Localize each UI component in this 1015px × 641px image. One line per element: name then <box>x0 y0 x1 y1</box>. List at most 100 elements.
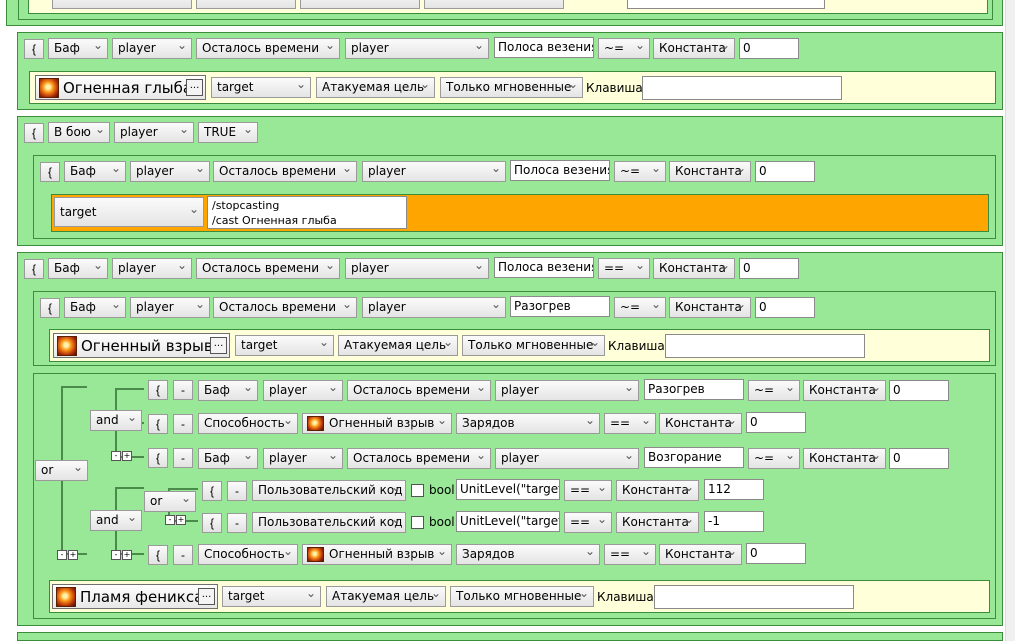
logic-row6-prop-dropdown[interactable]: Зарядов <box>456 544 600 565</box>
logic-row1-value-input[interactable]: 0 <box>889 380 949 401</box>
logic-row5-code-input[interactable]: UnitLevel("target") <box>456 511 560 532</box>
block3-logic-spell-more-button[interactable]: ... <box>198 588 215 605</box>
block3-sub-value-input[interactable]: 0 <box>755 297 815 318</box>
or-mini-minus[interactable]: - <box>57 550 67 560</box>
logic-row2-const-dropdown[interactable]: Константа <box>659 413 742 434</box>
block1-unit-dropdown[interactable]: player <box>112 38 192 59</box>
logic-row6-const-dropdown[interactable]: Константа <box>659 544 742 565</box>
logic-row5-op-dropdown[interactable]: == <box>564 512 612 533</box>
block2-brace-button[interactable]: { <box>24 123 44 143</box>
logic-row6-spell-dropdown[interactable]: Огненный взрыв <box>302 544 452 565</box>
logic-row2-op-dropdown[interactable]: == <box>604 413 656 434</box>
block2-sub-unit-dropdown[interactable]: player <box>130 161 210 182</box>
block1-aura-input[interactable]: Полоса везения <box>494 37 594 58</box>
logic-row4-brace-button[interactable]: { <box>202 481 222 501</box>
block2-macro-target-dropdown[interactable]: target <box>54 197 204 227</box>
logic-row5-bool-checkbox[interactable] <box>411 516 424 529</box>
block2-macro-text[interactable]: /stopcasting /cast Огненная глыба <box>207 196 407 229</box>
block2-unit-dropdown[interactable]: player <box>114 122 194 143</box>
and2-mini-plus[interactable]: + <box>122 550 132 560</box>
block3-sub-brace-button[interactable]: { <box>40 298 60 318</box>
logic-row1-aura-input[interactable]: Разогрев <box>644 379 744 400</box>
or2-mini-plus[interactable]: + <box>176 515 186 525</box>
logic-row2-prop-dropdown[interactable]: Зарядов <box>456 413 600 434</box>
block2-sub-value-input[interactable]: 0 <box>755 161 815 182</box>
and1-mini-minus[interactable]: - <box>111 451 121 461</box>
block2-sub-type-dropdown[interactable]: Баф <box>64 161 126 182</box>
block3-sub-type-dropdown[interactable]: Баф <box>64 297 126 318</box>
logic-row5-type-dropdown[interactable]: Пользовательский код <box>252 512 406 533</box>
block3-sub-castmode-dropdown[interactable]: Только мгновенные <box>462 335 605 356</box>
logic-row3-aura-input[interactable]: Возгорание <box>644 447 744 468</box>
logic-row5-remove-button[interactable]: - <box>227 513 247 533</box>
block3-sub-aura-input[interactable]: Разогрев <box>510 296 610 317</box>
logic-row4-value-input[interactable]: 112 <box>704 479 764 500</box>
block1-prop-dropdown[interactable]: Осталось времени <box>196 38 340 59</box>
block2-value-dropdown[interactable]: TRUE <box>198 122 258 143</box>
block3-op-dropdown[interactable]: == <box>598 258 650 279</box>
block3-sub-spell-button[interactable]: Огненный взрыв ... <box>53 333 230 358</box>
logic-or2-dropdown[interactable]: or <box>144 491 196 512</box>
logic-row1-type-dropdown[interactable]: Баф <box>198 380 258 401</box>
logic-row5-const-dropdown[interactable]: Константа <box>616 512 699 533</box>
logic-row5-value-input[interactable]: -1 <box>704 511 764 532</box>
block2-sub-brace-button[interactable]: { <box>40 162 60 182</box>
block2-type-dropdown[interactable]: В бою <box>48 122 110 143</box>
block3-sub-unit-dropdown[interactable]: player <box>130 297 210 318</box>
logic-row4-type-dropdown[interactable]: Пользовательский код <box>252 480 406 501</box>
logic-and2-dropdown[interactable]: and <box>90 510 142 531</box>
block2-sub-op-dropdown[interactable]: ~= <box>614 161 666 182</box>
logic-row1-prop-dropdown[interactable]: Осталось времени <box>347 380 491 401</box>
block3-sub-prop-dropdown[interactable]: Осталось времени <box>213 297 357 318</box>
logic-row4-bool-checkbox[interactable] <box>411 484 424 497</box>
block1-castmode-dropdown[interactable]: Только мгновенные <box>440 77 583 98</box>
or-mini-plus[interactable]: + <box>68 550 78 560</box>
logic-row3-unit-dropdown[interactable]: player <box>263 448 343 469</box>
block3-sub-key-input[interactable] <box>665 334 865 358</box>
logic-row3-prop-dropdown[interactable]: Осталось времени <box>347 448 491 469</box>
logic-row3-op-dropdown[interactable]: ~= <box>748 448 800 469</box>
block1-type-dropdown[interactable]: Баф <box>48 38 108 59</box>
block3-sub-const-dropdown[interactable]: Константа <box>669 297 751 318</box>
logic-row1-remove-button[interactable]: - <box>173 380 193 400</box>
block1-spell-button[interactable]: Огненная глыба ... <box>35 75 206 100</box>
block2-sub-prop-dropdown[interactable]: Осталось времени <box>213 161 357 182</box>
block3-sub-unit2-dropdown[interactable]: player <box>362 297 506 318</box>
block3-type-dropdown[interactable]: Баф <box>48 258 108 279</box>
block3-logic-targettype-dropdown[interactable]: Атакуемая цель <box>326 586 446 607</box>
block3-aura-input[interactable]: Полоса везения <box>494 257 594 278</box>
logic-row2-remove-button[interactable]: - <box>173 414 193 434</box>
block3-prop-dropdown[interactable]: Осталось времени <box>196 258 340 279</box>
logic-row1-brace-button[interactable]: { <box>148 380 168 400</box>
block3-sub-op-dropdown[interactable]: ~= <box>614 297 666 318</box>
logic-row4-remove-button[interactable]: - <box>227 481 247 501</box>
top-cut-dropdown-2[interactable] <box>196 0 296 9</box>
block3-unit-dropdown[interactable]: player <box>112 258 192 279</box>
logic-row3-value-input[interactable]: 0 <box>889 448 949 469</box>
block3-value-input[interactable]: 0 <box>739 258 799 279</box>
logic-row6-op-dropdown[interactable]: == <box>604 544 656 565</box>
logic-row2-type-dropdown[interactable]: Способность <box>198 413 298 434</box>
block1-spell-more-button[interactable]: ... <box>186 79 203 96</box>
logic-row3-unit2-dropdown[interactable]: player <box>495 448 639 469</box>
block2-sub-const-dropdown[interactable]: Константа <box>669 161 751 182</box>
logic-row1-unit2-dropdown[interactable]: player <box>495 380 639 401</box>
logic-row1-unit-dropdown[interactable]: player <box>263 380 343 401</box>
logic-row3-const-dropdown[interactable]: Константа <box>803 448 886 469</box>
and2-mini-minus[interactable]: - <box>111 550 121 560</box>
logic-row6-value-input[interactable]: 0 <box>746 543 806 564</box>
right-scrollbar[interactable] <box>1005 0 1015 641</box>
logic-row3-type-dropdown[interactable]: Баф <box>198 448 258 469</box>
block1-value-input[interactable]: 0 <box>739 38 799 59</box>
block1-brace-button[interactable]: { <box>24 39 44 59</box>
top-cut-dropdown-4[interactable] <box>424 0 564 9</box>
logic-row3-remove-button[interactable]: - <box>173 448 193 468</box>
top-cut-dropdown-1[interactable] <box>52 0 192 9</box>
block1-op-dropdown[interactable]: ~= <box>598 38 650 59</box>
and1-mini-plus[interactable]: + <box>122 451 132 461</box>
block3-unit2-dropdown[interactable]: player <box>345 258 489 279</box>
block3-logic-castmode-dropdown[interactable]: Только мгновенные <box>450 586 594 607</box>
block3-sub-spell-more-button[interactable]: ... <box>210 337 227 354</box>
block3-const-dropdown[interactable]: Константа <box>653 258 735 279</box>
block3-brace-button[interactable]: { <box>24 259 44 279</box>
